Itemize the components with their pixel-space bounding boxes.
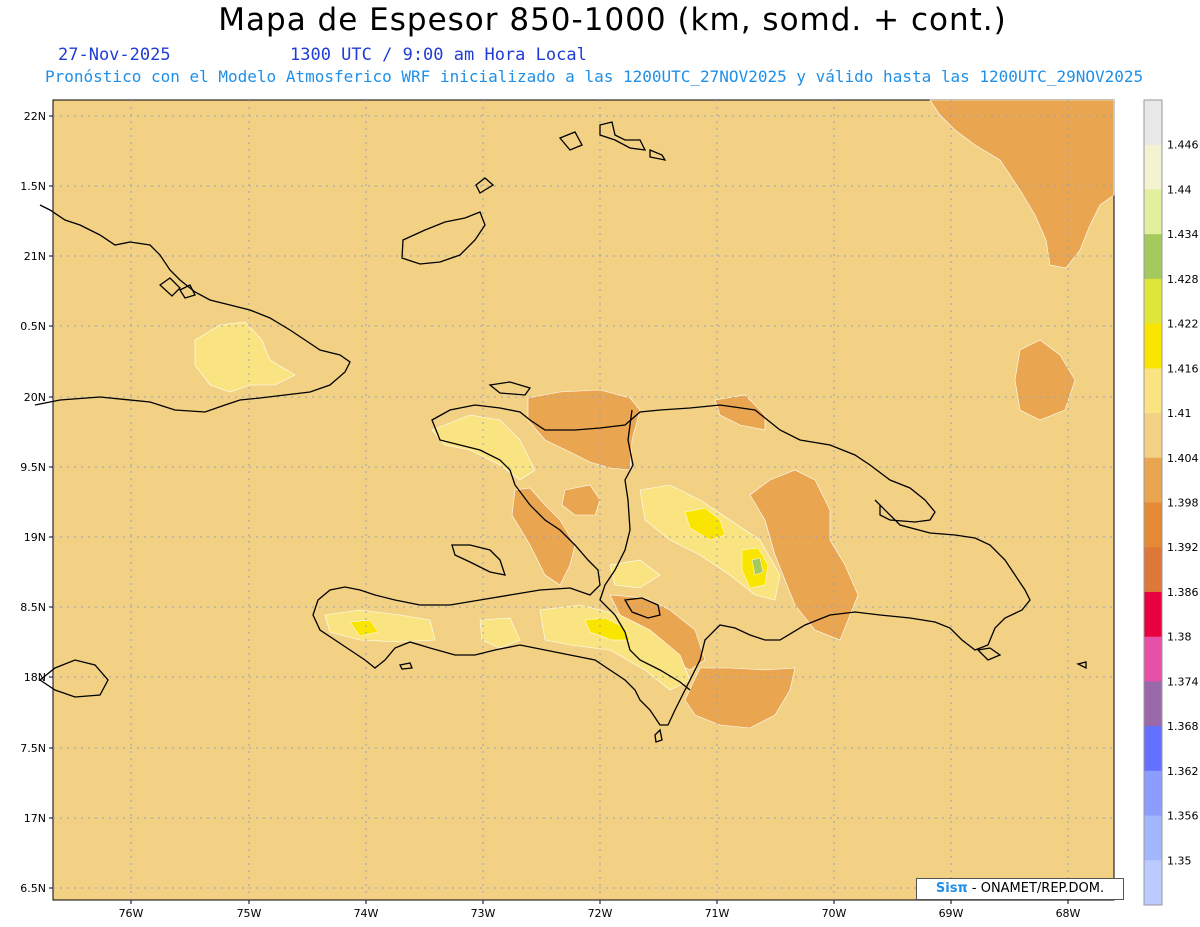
colorbar-label: 1.38 [1167, 631, 1192, 644]
credit-box: Sisπ - ONAMET/REP.DOM. [916, 878, 1124, 900]
lon-label: 69W [939, 907, 964, 920]
lat-label: 7.5N [20, 742, 46, 755]
lat-label: 20N [24, 391, 46, 404]
colorbar-label: 1.41 [1167, 407, 1192, 420]
colorbar-swatch [1144, 144, 1162, 190]
lon-label: 71W [705, 907, 730, 920]
sispi-logo: Sisπ [935, 881, 968, 896]
colorbar-swatch [1144, 100, 1162, 146]
thickness-map: 22N 1.5N 21N 0.5N 20N 9.5N 19N 8.5N 18N … [20, 99, 1199, 920]
lat-label: 22N [24, 110, 46, 123]
lat-label: 19N [24, 531, 46, 544]
colorbar-label: 1.362 [1167, 765, 1199, 778]
colorbar-label: 1.356 [1167, 810, 1199, 823]
colorbar-label: 1.398 [1167, 497, 1199, 510]
colorbar-swatch [1144, 457, 1162, 503]
colorbar-swatch [1144, 413, 1162, 459]
colorbar-swatch [1144, 726, 1162, 772]
colorbar-label: 1.416 [1167, 362, 1199, 375]
colorbar-label: 1.392 [1167, 541, 1199, 554]
colorbar-swatch [1144, 636, 1162, 682]
lon-label: 74W [354, 907, 379, 920]
colorbar-label: 1.374 [1167, 675, 1199, 688]
colorbar-swatch [1144, 681, 1162, 727]
lat-label: 6.5N [20, 882, 46, 895]
lon-label: 68W [1056, 907, 1081, 920]
lat-label: 17N [24, 812, 46, 825]
lon-label: 73W [471, 907, 496, 920]
colorbar: 1.446 1.44 1.434 1.428 1.422 1.416 1.41 1.404 1.… [1143, 99, 1199, 906]
lon-label: 75W [237, 907, 262, 920]
colorbar-label: 1.404 [1167, 452, 1199, 465]
lon-labels: 76W 75W 74W 73W 72W 71W 70W 69W 68W [119, 907, 1081, 920]
lat-label: 0.5N [20, 320, 46, 333]
lon-label: 76W [119, 907, 144, 920]
colorbar-swatch [1144, 502, 1162, 548]
colorbar-swatch [1144, 189, 1162, 235]
colorbar-swatch [1144, 278, 1162, 325]
colorbar-swatch [1144, 815, 1162, 861]
colorbar-swatch [1144, 860, 1162, 906]
colorbar-label: 1.434 [1167, 228, 1199, 241]
colorbar-swatch [1144, 234, 1162, 280]
lat-label: 1.5N [20, 180, 46, 193]
colorbar-swatch [1144, 368, 1162, 414]
colorbar-swatch [1144, 591, 1162, 638]
lat-label: 9.5N [20, 461, 46, 474]
lon-label: 72W [588, 907, 613, 920]
lat-labels: 22N 1.5N 21N 0.5N 20N 9.5N 19N 8.5N 18N … [20, 110, 46, 895]
credit-text: - ONAMET/REP.DOM. [967, 881, 1105, 896]
colorbar-label: 1.35 [1167, 854, 1192, 867]
lat-label: 21N [24, 250, 46, 263]
colorbar-swatch [1144, 323, 1162, 369]
lat-label: 8.5N [20, 601, 46, 614]
colorbar-label: 1.428 [1167, 273, 1199, 286]
colorbar-swatch [1144, 547, 1162, 593]
lat-label: 18N [24, 671, 46, 684]
colorbar-label: 1.422 [1167, 318, 1199, 331]
lon-label: 70W [822, 907, 847, 920]
colorbar-label: 1.386 [1167, 586, 1199, 599]
colorbar-swatch [1144, 770, 1162, 817]
colorbar-label: 1.446 [1167, 139, 1199, 152]
colorbar-label: 1.44 [1167, 183, 1192, 196]
colorbar-label: 1.368 [1167, 720, 1199, 733]
